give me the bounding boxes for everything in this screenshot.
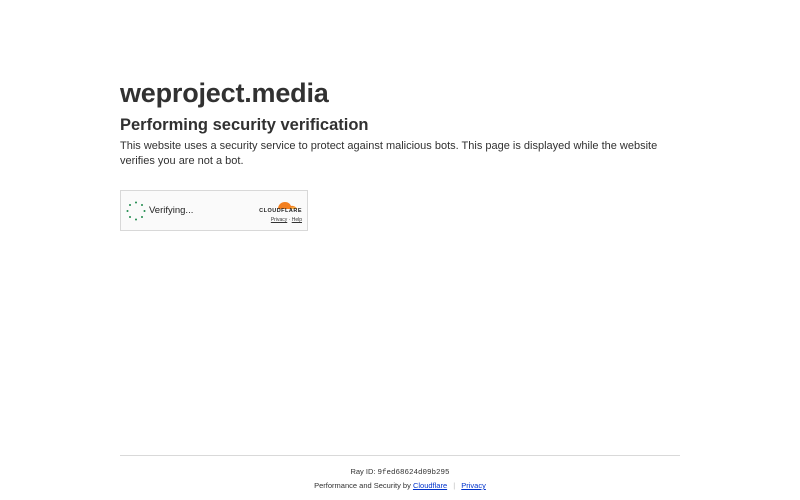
footer-separator: | (453, 481, 456, 490)
verifying-status: Verifying... (149, 205, 194, 216)
widget-help-link[interactable]: Help (292, 217, 302, 223)
widget-links: Privacy · Help (271, 217, 302, 223)
cloudflare-link[interactable]: Cloudflare (413, 481, 447, 490)
widget-link-separator: · (288, 217, 291, 223)
page-heading: Performing security verification (120, 116, 369, 134)
cloudflare-brand: CLOUDFLARE (259, 208, 302, 214)
footer-privacy-link[interactable]: Privacy (461, 481, 486, 490)
ray-id-label: Ray ID: (350, 467, 376, 476)
widget-privacy-link[interactable]: Privacy (271, 217, 287, 223)
spinner-icon (126, 201, 146, 221)
verification-widget[interactable]: Verifying... CLOUDFLARE Privacy · Help (120, 190, 308, 231)
performance-line: Performance and Security by Cloudflare |… (120, 480, 680, 491)
ray-id-line: Ray ID: 9fed68624d09b295 (120, 466, 680, 479)
page-description: This website uses a security service to … (120, 140, 658, 167)
ray-id-value: 9fed68624d09b295 (377, 469, 450, 477)
footer-divider (120, 455, 680, 456)
performance-text: Performance and Security by (314, 481, 411, 490)
footer: Ray ID: 9fed68624d09b295 Performance and… (120, 466, 680, 491)
site-title: weproject.media (120, 78, 329, 108)
